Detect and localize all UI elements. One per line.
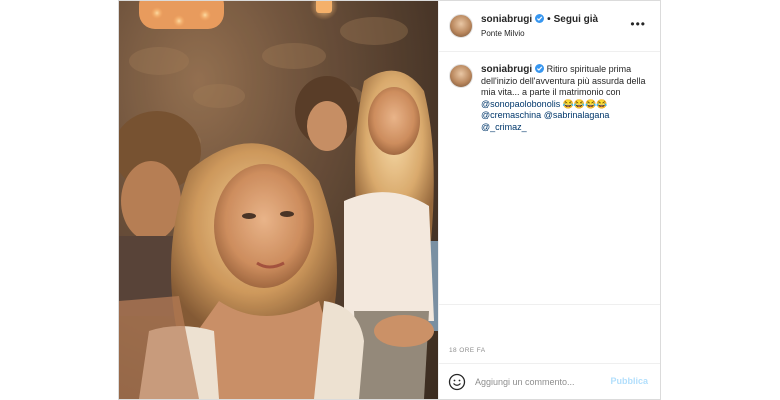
instagram-post: soniabrugi • Segui già Ponte Milvio ••• so… [118,0,661,400]
emoji-text: 😂😂😂😂 [562,98,608,109]
post-sidebar: soniabrugi • Segui già Ponte Milvio ••• so… [438,1,660,399]
follow-button[interactable]: Segui già [554,14,598,25]
publish-button[interactable]: Pubblica [610,376,648,386]
avatar[interactable] [449,14,473,38]
mentions-line: @cremaschina @sabrinalagana [481,110,650,122]
mention-link[interactable]: @sonopaolobonolis [481,99,560,109]
smiley-icon[interactable] [448,373,466,391]
caption-text: soniabrugi Ritiro spirituale prima dell'… [481,64,650,133]
mention-link[interactable]: @cremaschina [481,110,541,120]
comment-bar: Pubblica [439,363,660,399]
verified-badge-icon [535,64,545,73]
verified-badge-icon [535,14,545,23]
post-photo[interactable] [119,1,438,399]
post-timestamp[interactable]: 18 ORE FA [449,347,485,354]
selfie-photo-illustration [119,1,438,399]
username-link[interactable]: soniabrugi [481,14,532,25]
mentions-line: @_crimaz_ [481,122,650,134]
post-header: soniabrugi • Segui già Ponte Milvio ••• [439,1,660,52]
comment-input[interactable] [475,374,603,390]
caption: soniabrugi Ritiro spirituale prima dell'… [439,52,660,305]
avatar[interactable] [449,64,473,88]
separator-dot: • [547,14,551,25]
location-link[interactable]: Ponte Milvio [481,29,525,38]
ellipsis-horizontal-icon[interactable]: ••• [630,17,646,31]
header-user-line: soniabrugi • Segui già [481,14,598,25]
mention-link[interactable]: @sabrinalagana [544,110,610,120]
mention-link[interactable]: @_crimaz_ [481,122,527,132]
caption-username-link[interactable]: soniabrugi [481,64,532,75]
